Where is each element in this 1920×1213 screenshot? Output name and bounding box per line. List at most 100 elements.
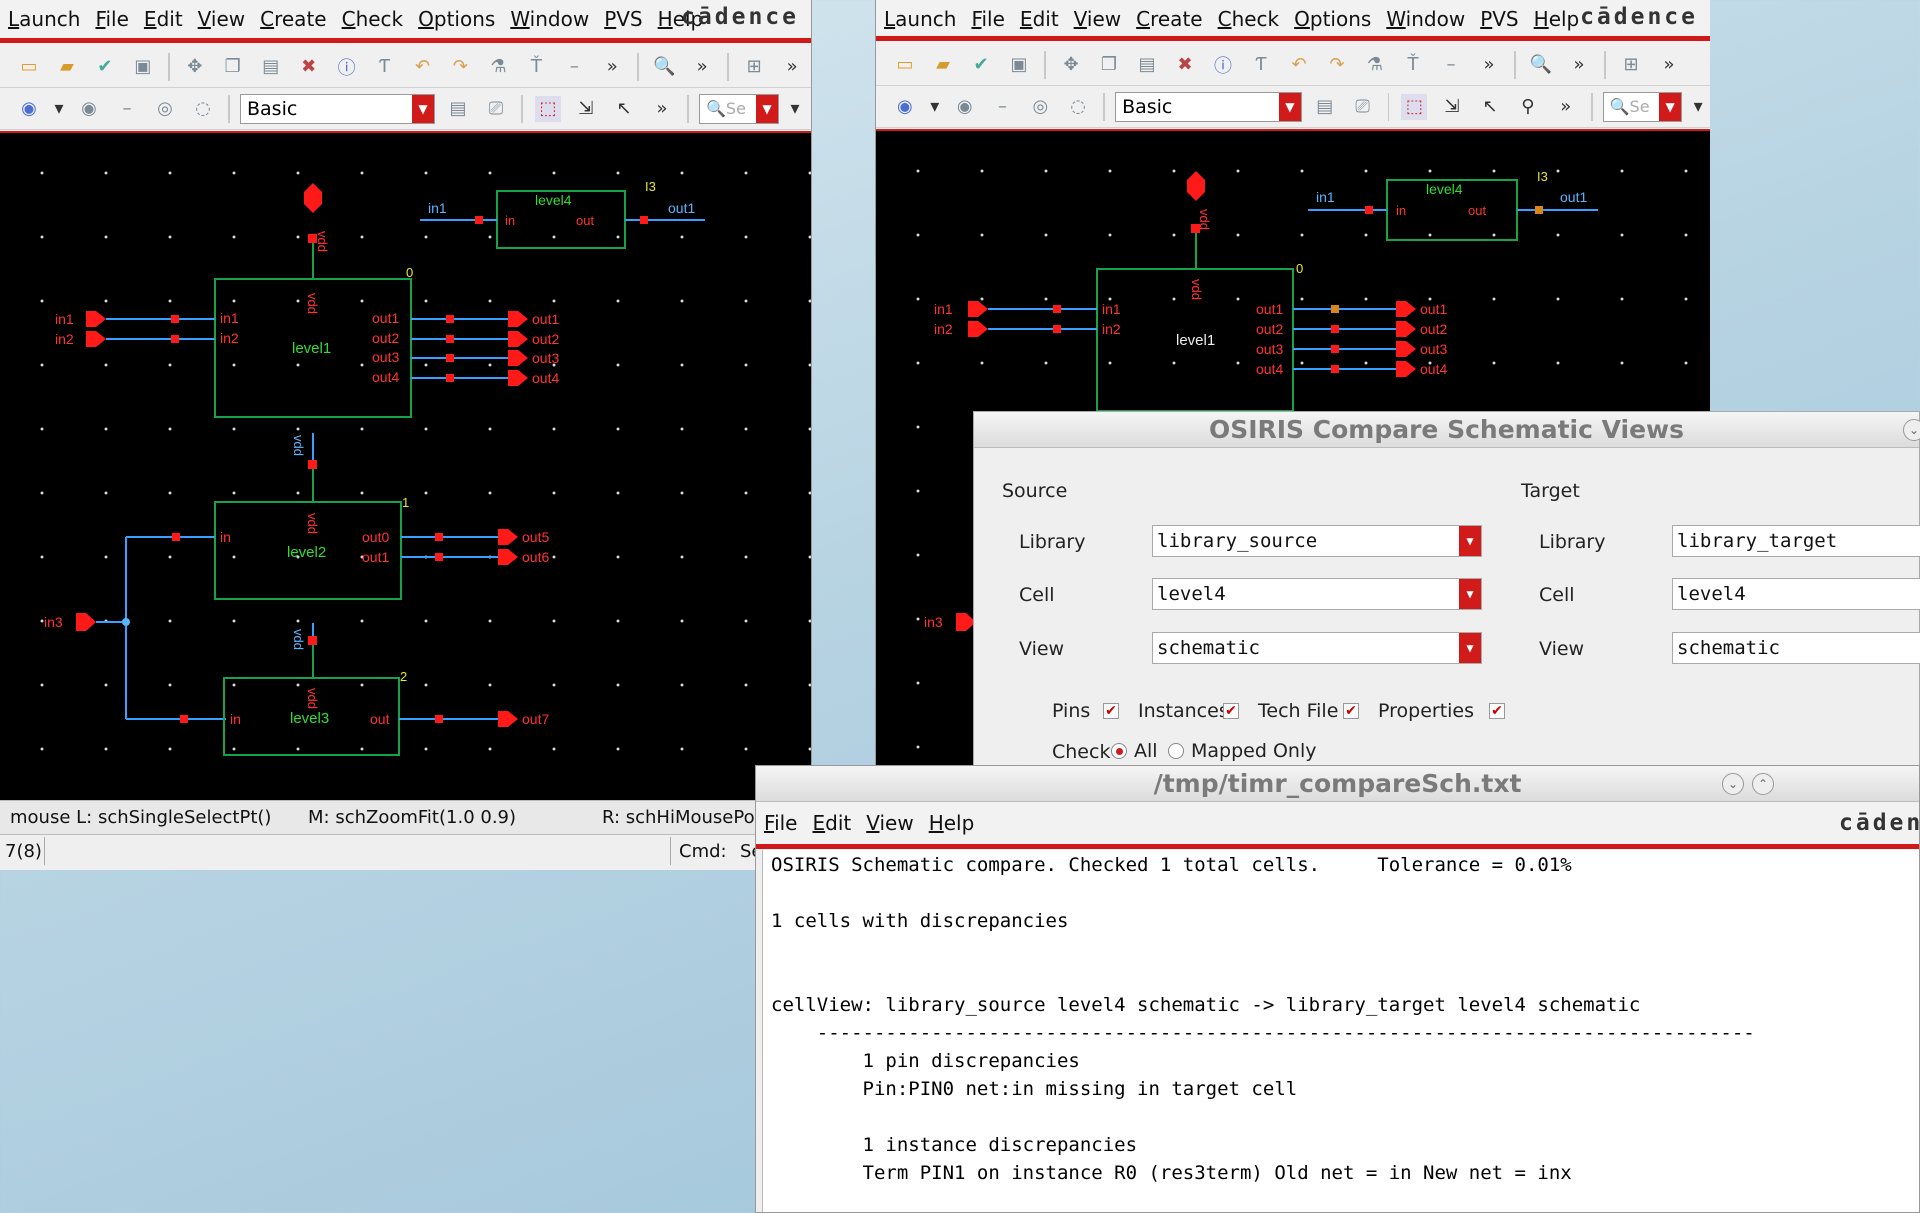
chevron-down-icon[interactable]: ▼ (1459, 579, 1481, 609)
search-combo[interactable]: 🔍 Se ▼ (1602, 91, 1683, 122)
select-area-icon[interactable]: ⇲ (1439, 94, 1465, 120)
stop-icon[interactable]: ◎ (152, 96, 178, 122)
more-icon[interactable]: » (689, 54, 715, 80)
vdd-pin[interactable] (304, 183, 322, 213)
collapse-icon[interactable]: ⌄ (1903, 419, 1920, 441)
select-area-icon[interactable]: ⇲ (573, 96, 599, 122)
info-icon[interactable]: ⓘ (334, 54, 360, 80)
mode-combo[interactable]: Basic ▼ (240, 93, 435, 124)
copy-icon[interactable]: ❐ (220, 54, 246, 80)
menu-check[interactable]: Check (342, 7, 404, 31)
redo-icon[interactable]: ↷ (447, 54, 473, 80)
out3-pin[interactable] (508, 350, 528, 366)
menu-launch[interactable]: Launch (884, 7, 956, 31)
text-icon[interactable]: Ť (523, 54, 549, 80)
copy-icon[interactable]: ❐ (1096, 52, 1122, 78)
menu-check[interactable]: Check (1218, 7, 1280, 31)
stretch-icon[interactable]: ▤ (1134, 52, 1160, 78)
menu-view[interactable]: View (198, 7, 245, 31)
mode-combo[interactable]: Basic ▼ (1115, 91, 1302, 122)
in1-pin[interactable] (968, 301, 988, 317)
dash-icon[interactable]: – (1438, 52, 1464, 78)
probe-icon[interactable]: ⚲ (1515, 94, 1541, 120)
menu-file[interactable]: File (971, 7, 1004, 31)
back-icon[interactable]: ◉ (892, 94, 918, 120)
menu-edit[interactable]: Edit (1020, 7, 1059, 31)
pointer-icon[interactable]: ↖ (1477, 94, 1503, 120)
label-icon[interactable]: Ƭ (372, 54, 398, 80)
target-view-field[interactable]: schematic (1672, 632, 1920, 664)
menu-view[interactable]: View (866, 811, 913, 835)
in2-pin[interactable] (86, 331, 106, 347)
stretch-icon[interactable]: ▤ (258, 54, 284, 80)
delete-icon[interactable]: ✖ (1172, 52, 1198, 78)
minimize-icon[interactable]: ⌄ (1722, 773, 1744, 795)
report-text-area[interactable]: OSIRIS Schematic compare. Checked 1 tota… (762, 850, 1919, 1212)
menu-pvs[interactable]: PVS (1480, 7, 1518, 31)
out4-pin[interactable] (508, 370, 528, 386)
select-icon[interactable]: ⬚ (535, 95, 561, 122)
out4-pin[interactable] (1396, 361, 1416, 377)
open-icon[interactable]: ▰ (930, 52, 956, 78)
move-icon[interactable]: ✥ (1058, 52, 1084, 78)
chevron-down-icon[interactable]: ▼ (1278, 92, 1301, 121)
source-library-select[interactable]: library_source ▼ (1152, 525, 1482, 557)
pointer-icon[interactable]: ↖ (611, 96, 637, 122)
techfile-checkbox[interactable]: ✔ (1343, 703, 1359, 719)
window-icon[interactable]: ▤ (1312, 94, 1338, 120)
menu-options[interactable]: Options (418, 7, 495, 31)
in3-pin[interactable] (76, 613, 96, 631)
properties-checkbox[interactable]: ✔ (1489, 703, 1505, 719)
save-icon[interactable]: ▣ (1006, 52, 1032, 78)
more-icon[interactable]: » (649, 96, 675, 122)
out6-pin[interactable] (498, 549, 518, 565)
menu-create[interactable]: Create (260, 7, 326, 31)
chevron-down-icon[interactable]: ▾ (1692, 94, 1704, 120)
zoom-icon[interactable]: 🔍 (1528, 52, 1554, 78)
info-icon[interactable]: ⓘ (1210, 52, 1236, 78)
chevron-down-icon[interactable]: ▾ (789, 96, 801, 122)
check-save-icon[interactable]: ✔ (968, 52, 994, 78)
source-view-select[interactable]: schematic ▼ (1152, 632, 1482, 664)
back-icon[interactable]: ◉ (16, 96, 42, 122)
target-cell-field[interactable]: level4 (1672, 578, 1920, 610)
in2-pin[interactable] (968, 321, 988, 337)
window-config-icon[interactable]: ⎚ (1350, 94, 1376, 120)
out2-pin[interactable] (508, 331, 528, 347)
new-icon[interactable]: ▭ (16, 54, 42, 80)
out1-pin[interactable] (508, 311, 528, 327)
left-schematic-canvas[interactable]: vdd 0 vdd level1 in1 in2 out1 out2 out3 … (0, 131, 811, 800)
property-icon[interactable]: ⚗ (1362, 52, 1388, 78)
menu-file[interactable]: File (95, 7, 128, 31)
menu-file[interactable]: File (764, 811, 797, 835)
more-icon[interactable]: » (779, 54, 805, 80)
chevron-down-icon[interactable]: ▼ (412, 94, 434, 123)
dash-icon[interactable]: – (561, 54, 587, 80)
target-library-field[interactable]: library_target (1672, 525, 1920, 557)
hierarchy-icon[interactable]: ⊞ (741, 54, 767, 80)
vdd-pin[interactable] (1187, 171, 1205, 201)
chevron-down-icon[interactable]: ▼ (1659, 92, 1682, 121)
menu-edit[interactable]: Edit (144, 7, 183, 31)
source-cell-select[interactable]: level4 ▼ (1152, 578, 1482, 610)
redo-icon[interactable]: ↷ (1324, 52, 1350, 78)
save-icon[interactable]: ▣ (130, 54, 156, 80)
window-config-icon[interactable]: ⎚ (483, 96, 509, 122)
menu-window[interactable]: Window (1386, 7, 1465, 31)
radio-all[interactable] (1111, 743, 1127, 759)
dash-icon[interactable]: – (990, 94, 1016, 120)
undo-icon[interactable]: ↶ (410, 54, 436, 80)
menu-edit[interactable]: Edit (812, 811, 851, 835)
more-icon[interactable]: » (1566, 52, 1592, 78)
dash-icon[interactable]: – (114, 96, 140, 122)
refresh-icon[interactable]: ◌ (1065, 94, 1091, 120)
check-save-icon[interactable]: ✔ (92, 54, 118, 80)
label-icon[interactable]: Ƭ (1248, 52, 1274, 78)
more-icon[interactable]: » (1476, 52, 1502, 78)
menu-create[interactable]: Create (1136, 7, 1202, 31)
open-icon[interactable]: ▰ (54, 54, 80, 80)
forward-icon[interactable]: ◉ (952, 94, 978, 120)
chevron-down-icon[interactable]: ▼ (756, 94, 778, 123)
menu-view[interactable]: View (1074, 7, 1121, 31)
instances-checkbox[interactable]: ✔ (1223, 703, 1239, 719)
